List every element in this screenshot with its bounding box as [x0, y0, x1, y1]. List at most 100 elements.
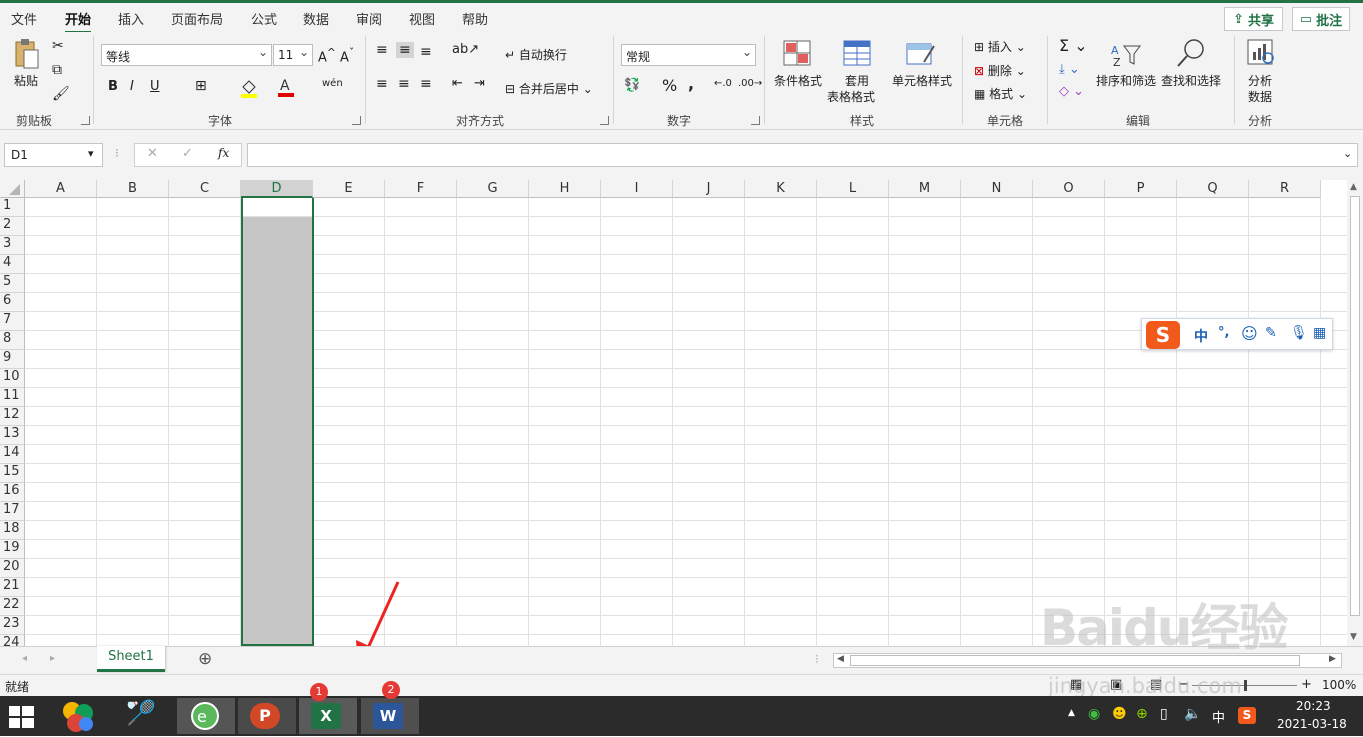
- insert-cells-button[interactable]: ⊞ 插入 ⌄: [974, 38, 1026, 55]
- clear-icon[interactable]: ◇ ⌄: [1059, 84, 1084, 99]
- column-header-d[interactable]: D: [241, 180, 313, 198]
- decrease-decimal-icon[interactable]: .00→: [738, 78, 762, 89]
- fill-color-icon[interactable]: [240, 78, 258, 98]
- cell-styles-button[interactable]: 单元格样式: [892, 72, 952, 89]
- align-middle-icon[interactable]: ≡: [396, 42, 414, 58]
- add-sheet-button[interactable]: ⊕: [198, 649, 212, 669]
- volume-icon[interactable]: 🔈: [1184, 706, 1201, 722]
- font-shrink-icon[interactable]: Aˇ: [340, 46, 354, 65]
- taskbar-app-word[interactable]: W: [361, 698, 419, 734]
- underline-button[interactable]: U: [150, 79, 160, 94]
- conditional-format-button[interactable]: 条件格式: [774, 72, 822, 89]
- wrap-text-button[interactable]: ↵ 自动换行: [505, 46, 567, 63]
- row-header-17[interactable]: 17: [0, 502, 25, 521]
- copy-icon[interactable]: ⧉: [52, 62, 62, 78]
- column-header-m[interactable]: M: [889, 180, 961, 198]
- comment-button[interactable]: ▭ 批注: [1292, 7, 1350, 31]
- tab-file[interactable]: 文件: [11, 9, 37, 28]
- sort-filter-icon[interactable]: AZ: [1110, 40, 1142, 69]
- scroll-thumb[interactable]: [1350, 196, 1360, 616]
- confirm-icon[interactable]: ✓: [182, 146, 193, 161]
- row-header-18[interactable]: 18: [0, 521, 25, 540]
- column-header-g[interactable]: G: [457, 180, 529, 198]
- column-header-f[interactable]: F: [385, 180, 457, 198]
- row-header-13[interactable]: 13: [0, 426, 25, 445]
- taskbar-app-browser[interactable]: e: [177, 698, 235, 734]
- font-color-icon[interactable]: A: [277, 76, 295, 98]
- row-header-15[interactable]: 15: [0, 464, 25, 483]
- select-all-corner[interactable]: [0, 180, 25, 198]
- column-header-j[interactable]: J: [673, 180, 745, 198]
- row-header-16[interactable]: 16: [0, 483, 25, 502]
- format-cells-button[interactable]: ▦ 格式 ⌄: [974, 85, 1027, 102]
- column-header-e[interactable]: E: [313, 180, 385, 198]
- row-header-10[interactable]: 10: [0, 369, 25, 388]
- merge-center-button[interactable]: ⊟ 合并后居中 ⌄: [505, 80, 593, 97]
- column-header-c[interactable]: C: [169, 180, 241, 198]
- format-as-table-icon[interactable]: [843, 40, 873, 68]
- qq-icon[interactable]: ☻: [1112, 706, 1127, 722]
- row-header-4[interactable]: 4: [0, 255, 25, 274]
- decrease-indent-icon[interactable]: ⇤: [452, 76, 463, 91]
- align-center-icon[interactable]: ≡: [398, 76, 410, 92]
- column-header-i[interactable]: I: [601, 180, 673, 198]
- row-header-23[interactable]: 23: [0, 616, 25, 635]
- alignment-launcher-icon[interactable]: [600, 116, 609, 125]
- app-icon-1[interactable]: [60, 699, 96, 733]
- font-launcher-icon[interactable]: [352, 116, 361, 125]
- windows-start-icon[interactable]: [9, 706, 35, 728]
- toolbox-icon[interactable]: ▦: [1313, 325, 1326, 341]
- column-header-p[interactable]: P: [1105, 180, 1177, 198]
- zoom-in-button[interactable]: +: [1301, 677, 1312, 692]
- handwriting-icon[interactable]: ✎: [1265, 325, 1277, 341]
- percent-button[interactable]: %: [662, 76, 677, 95]
- network-icon[interactable]: ▯: [1160, 706, 1168, 722]
- input-language[interactable]: 中: [1212, 707, 1225, 726]
- zoom-level[interactable]: 100%: [1322, 678, 1356, 692]
- row-header-8[interactable]: 8: [0, 331, 25, 350]
- align-right-icon[interactable]: ≡: [420, 76, 432, 92]
- column-header-o[interactable]: O: [1033, 180, 1105, 198]
- paste-icon[interactable]: [12, 38, 42, 72]
- find-select-icon[interactable]: [1176, 38, 1206, 68]
- analyze-data-line2[interactable]: 数据: [1248, 88, 1272, 105]
- sort-filter-button[interactable]: 排序和筛选: [1096, 72, 1156, 89]
- tray-app-icon-2[interactable]: ⊕: [1136, 706, 1148, 722]
- conditional-format-icon[interactable]: [783, 40, 813, 68]
- expand-formula-icon[interactable]: ⌄: [1343, 147, 1352, 160]
- sogou-logo-icon[interactable]: S: [1146, 321, 1180, 349]
- row-header-5[interactable]: 5: [0, 274, 25, 293]
- clock-time[interactable]: 20:23: [1296, 699, 1331, 713]
- number-launcher-icon[interactable]: [751, 116, 760, 125]
- cancel-icon[interactable]: ✕: [147, 146, 158, 161]
- row-header-9[interactable]: 9: [0, 350, 25, 369]
- tab-home[interactable]: 开始: [65, 9, 92, 34]
- app-icon-2[interactable]: 🏸: [126, 699, 160, 733]
- autosum-icon[interactable]: Σ ⌄: [1059, 36, 1088, 55]
- format-as-table-line1[interactable]: 套用: [845, 72, 869, 89]
- microphone-icon[interactable]: 🎙: [1290, 325, 1308, 341]
- font-name-select[interactable]: 等线: [101, 44, 272, 66]
- comma-button[interactable]: ,: [688, 74, 694, 93]
- row-header-22[interactable]: 22: [0, 597, 25, 616]
- taskbar-app-powerpoint[interactable]: P: [238, 698, 296, 734]
- align-bottom-icon[interactable]: ≡: [420, 44, 432, 60]
- row-header-2[interactable]: 2: [0, 217, 25, 236]
- bold-button[interactable]: B: [108, 79, 118, 94]
- tray-expand-icon[interactable]: ▲: [1068, 708, 1075, 718]
- delete-cells-button[interactable]: ⊠ 删除 ⌄: [974, 62, 1026, 79]
- tab-view[interactable]: 视图: [409, 9, 435, 28]
- row-header-24[interactable]: 24: [0, 635, 25, 646]
- orientation-icon[interactable]: ab↗: [452, 42, 479, 57]
- row-header-14[interactable]: 14: [0, 445, 25, 464]
- ime-punct-mode[interactable]: °,: [1218, 325, 1229, 340]
- column-header-l[interactable]: L: [817, 180, 889, 198]
- tray-app-icon-1[interactable]: ◉: [1088, 706, 1100, 722]
- next-sheet-icon[interactable]: ▸: [50, 653, 55, 664]
- column-header-r[interactable]: R: [1249, 180, 1321, 198]
- scroll-down-icon[interactable]: ▼: [1350, 632, 1357, 642]
- cut-icon[interactable]: ✂: [52, 38, 64, 54]
- row-header-21[interactable]: 21: [0, 578, 25, 597]
- zoom-slider-thumb[interactable]: [1244, 680, 1247, 691]
- row-header-12[interactable]: 12: [0, 407, 25, 426]
